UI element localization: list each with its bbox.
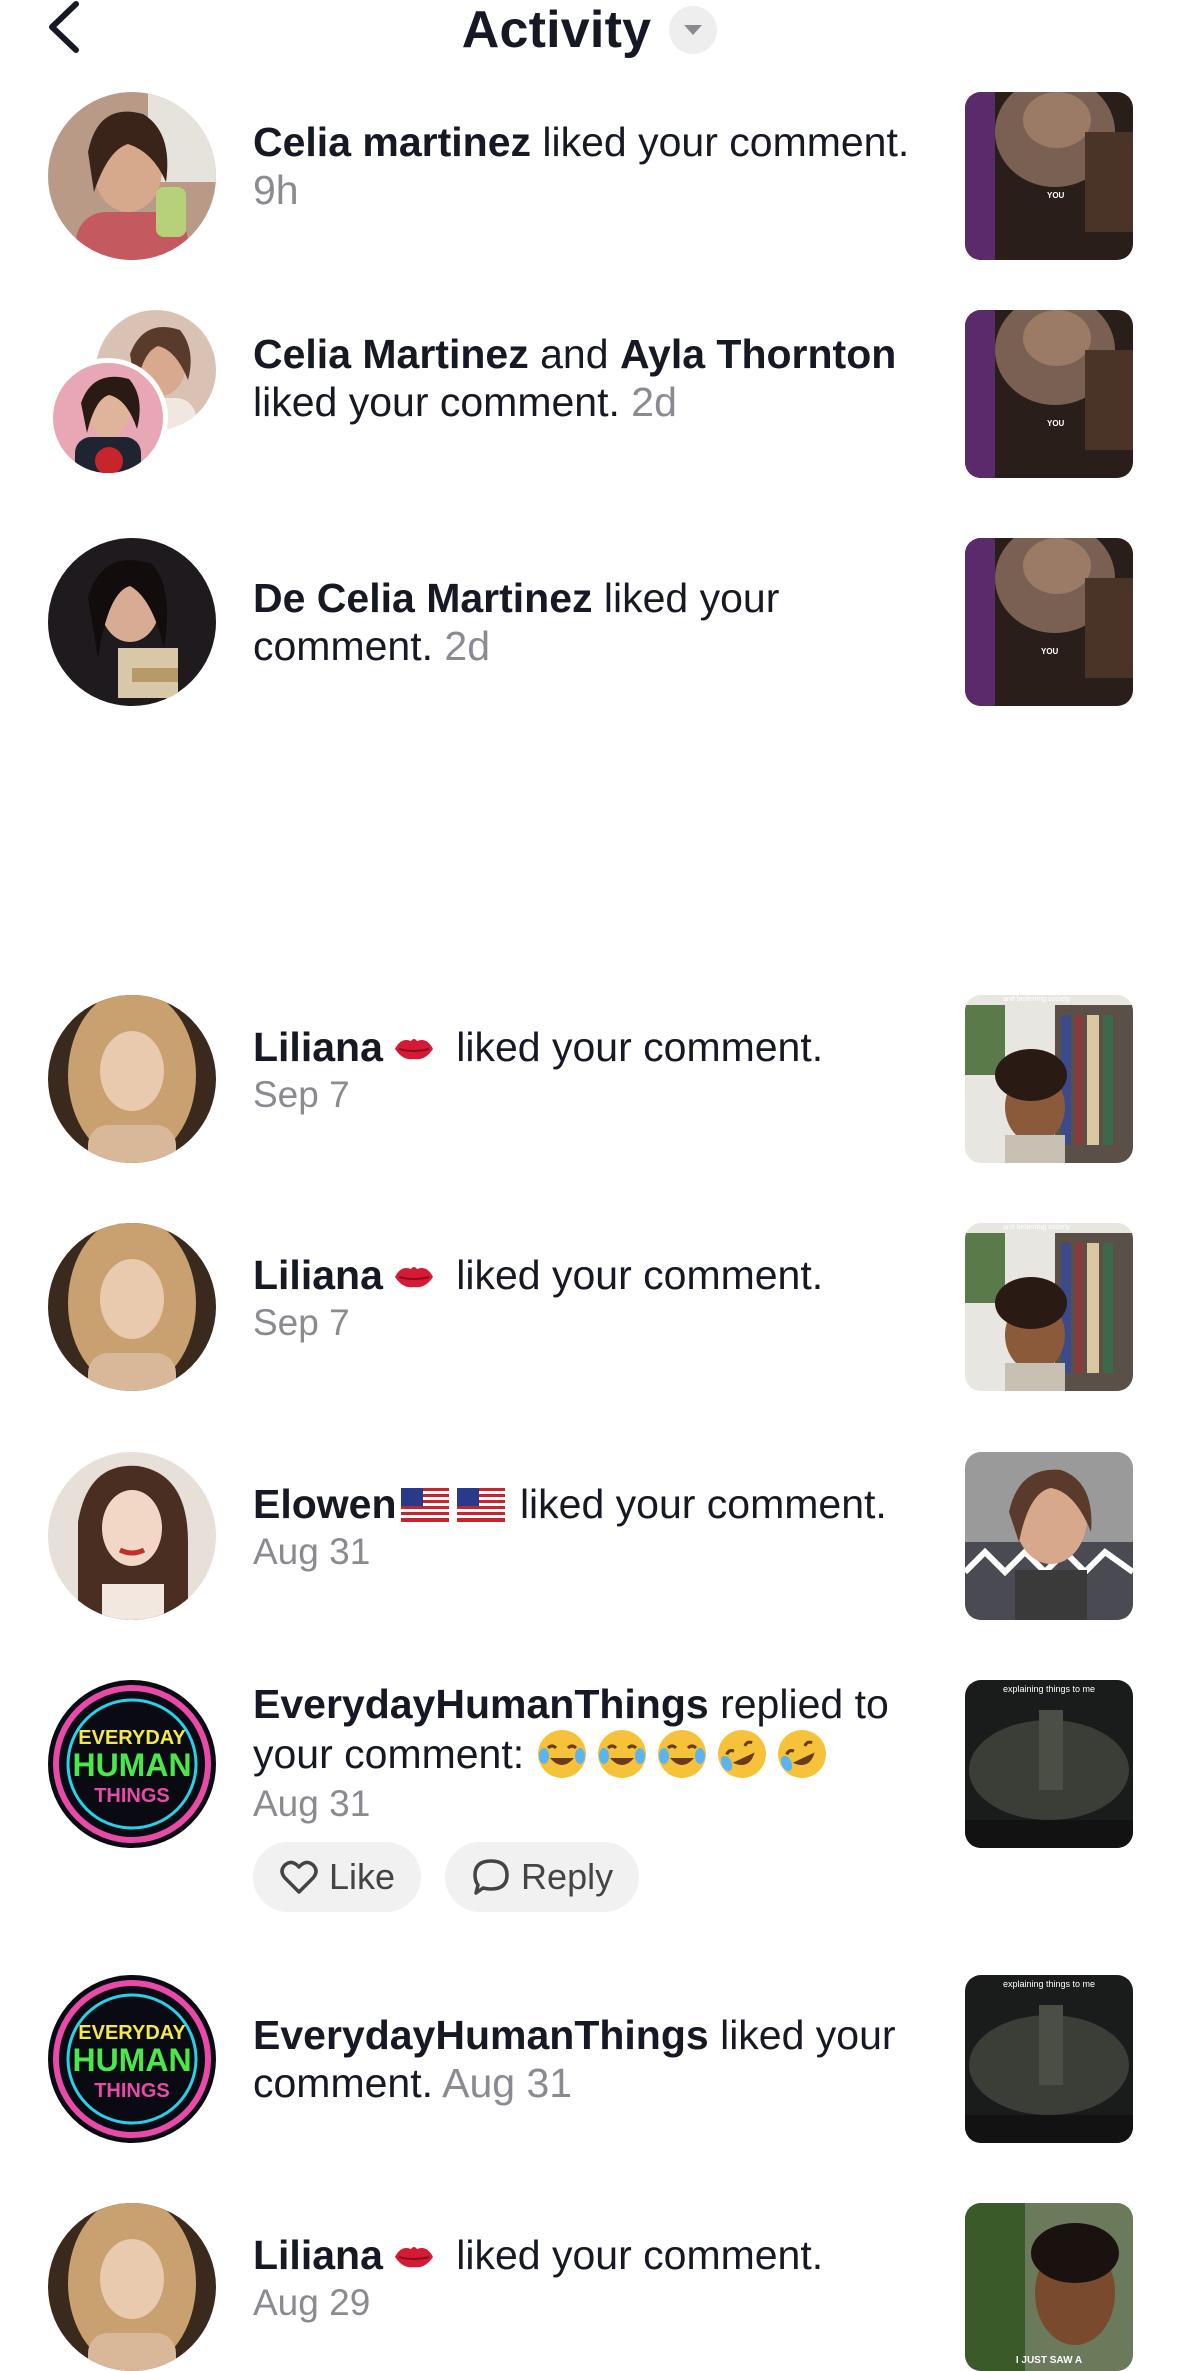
svg-text:HUMAN: HUMAN (72, 1747, 191, 1783)
kiss-mark-icon (394, 1039, 433, 1060)
us-flag-icon (400, 1488, 449, 1522)
rolling-laughing-icon (717, 1730, 766, 1778)
list-item[interactable]: Liliana liked your comment. Aug 29 I JUS… (0, 2203, 1179, 2371)
timestamp: 9h (253, 167, 299, 213)
action-text: liked your comment. (253, 379, 620, 425)
video-thumbnail[interactable]: YOU (965, 538, 1133, 706)
avatar[interactable] (48, 358, 168, 478)
like-label: Like (329, 1856, 396, 1897)
action-text: liked your comment. (542, 119, 910, 165)
username[interactable]: Liliana (253, 1024, 383, 1070)
heart-icon (280, 1860, 318, 1894)
kiss-mark-icon (394, 1267, 433, 1288)
activity-text: EverydayHumanThings replied to your comm… (253, 1680, 933, 1828)
thumb-caption: explaining things to me (1003, 1979, 1095, 1989)
username[interactable]: Celia martinez (253, 119, 531, 165)
thumb-caption: YOU (1041, 647, 1059, 656)
video-thumbnail[interactable]: and betterring society (965, 1223, 1133, 1391)
svg-text:EVERYDAY: EVERYDAY (78, 2022, 186, 2044)
kiss-mark-icon (394, 2247, 433, 2268)
comment-icon (473, 1859, 509, 1895)
video-thumbnail[interactable]: explaining things to me (965, 1680, 1133, 1848)
timestamp: Sep 7 (253, 1302, 350, 1343)
svg-text:THINGS: THINGS (94, 1785, 170, 1807)
timestamp: Aug 31 (253, 1531, 371, 1572)
list-item[interactable]: Celia Martinez and Ayla Thornton liked y… (0, 310, 1179, 480)
thumb-caption: explaining things to me (1003, 1684, 1095, 1694)
list-item[interactable]: EVERYDAY HUMAN THINGS EverydayHumanThings … (0, 1975, 1179, 2145)
avatar[interactable] (48, 92, 216, 260)
activity-text: De Celia Martinez liked your comment. 2d (253, 574, 933, 670)
activity-text: Liliana liked your comment. Sep 7 (253, 1251, 933, 1347)
username[interactable]: Liliana (253, 1252, 383, 1298)
avatar[interactable]: EVERYDAY HUMAN THINGS (48, 1975, 216, 2143)
timestamp: 2d (444, 623, 491, 669)
activity-text: Liliana liked your comment. Aug 29 (253, 2231, 933, 2327)
like-button[interactable]: Like (253, 1842, 422, 1912)
tears-of-joy-icon (537, 1730, 586, 1778)
activity-filter-dropdown[interactable] (669, 6, 718, 54)
username[interactable]: EverydayHumanThings (253, 1681, 709, 1727)
timestamp: Aug 31 (442, 2060, 573, 2106)
avatar[interactable] (48, 538, 216, 706)
thumb-caption: I JUST SAW A (1016, 2355, 1082, 2366)
svg-text:EVERYDAY: EVERYDAY (78, 1727, 186, 1749)
avatar-group[interactable] (48, 310, 216, 478)
username[interactable]: Elowen (253, 1481, 397, 1527)
video-thumbnail[interactable]: explaining things to me (965, 1975, 1133, 2143)
thumb-caption: and betterring society (1003, 996, 1070, 1003)
tears-of-joy-icon (597, 1730, 646, 1778)
avatar[interactable] (48, 1223, 216, 1391)
avatar[interactable] (48, 2203, 216, 2371)
timestamp: Aug 29 (253, 2282, 371, 2323)
activity-text: Celia martinez liked your comment. 9h (253, 118, 933, 214)
action-text: liked your comment. (456, 1024, 824, 1070)
activity-text: EverydayHumanThings liked your comment. … (253, 2011, 933, 2107)
reply-actions: Like Reply (253, 1842, 640, 1912)
list-item[interactable]: Celia martinez liked your comment. 9h YO… (0, 90, 1179, 260)
activity-text: Celia Martinez and Ayla Thornton liked y… (253, 331, 897, 425)
action-text: liked your comment. (456, 2232, 824, 2278)
list-item[interactable]: EVERYDAY HUMAN THINGS EverydayHumanThings … (0, 1680, 1179, 1940)
thumb-caption: YOU (1047, 191, 1065, 200)
avatar[interactable] (48, 1452, 216, 1620)
list-item[interactable]: Liliana liked your comment. Sep 7 and be… (0, 995, 1179, 1165)
username[interactable]: Ayla Thornton (620, 331, 896, 377)
avatar[interactable]: EVERYDAY HUMAN THINGS (48, 1680, 216, 1848)
username[interactable]: Celia Martinez (253, 331, 529, 377)
rolling-laughing-icon (777, 1730, 826, 1778)
thumb-caption: and betterring society (1003, 1224, 1070, 1231)
activity-text: Liliana liked your comment. Sep 7 (253, 1023, 933, 1119)
video-thumbnail[interactable] (965, 1452, 1133, 1620)
thumb-caption: YOU (1047, 419, 1065, 428)
timestamp: Sep 7 (253, 1074, 350, 1115)
video-thumbnail[interactable]: I JUST SAW A (965, 2203, 1133, 2371)
username[interactable]: De Celia Martinez (253, 575, 593, 621)
page-title: Activity (461, 1, 652, 59)
username[interactable]: Liliana (253, 2232, 383, 2278)
action-text: liked your comment. (456, 1252, 824, 1298)
svg-text:HUMAN: HUMAN (72, 2042, 191, 2078)
activity-text: Elowen liked your comment. Aug 31 (253, 1480, 933, 1576)
header: Activity (0, 0, 1179, 90)
tears-of-joy-icon (657, 1730, 706, 1778)
video-thumbnail[interactable]: YOU (965, 310, 1133, 478)
username[interactable]: EverydayHumanThings (253, 2012, 709, 2058)
us-flag-icon (456, 1488, 505, 1522)
reply-label: Reply (521, 1856, 614, 1897)
reply-button[interactable]: Reply (445, 1842, 640, 1912)
svg-text:THINGS: THINGS (94, 2080, 170, 2102)
list-item[interactable]: Elowen liked your comment. Aug 31 (0, 1452, 1179, 1622)
video-thumbnail[interactable]: and betterring society (965, 995, 1133, 1163)
list-item[interactable]: De Celia Martinez liked your comment. 2d… (0, 538, 1179, 708)
action-text: liked your comment. (519, 1481, 887, 1527)
caret-down-icon (684, 25, 703, 35)
video-thumbnail[interactable]: YOU (965, 92, 1133, 260)
timestamp: 2d (631, 379, 677, 425)
list-item[interactable]: Liliana liked your comment. Sep 7 and be… (0, 1223, 1179, 1393)
timestamp: Aug 31 (253, 1783, 371, 1824)
avatar[interactable] (48, 995, 216, 1163)
